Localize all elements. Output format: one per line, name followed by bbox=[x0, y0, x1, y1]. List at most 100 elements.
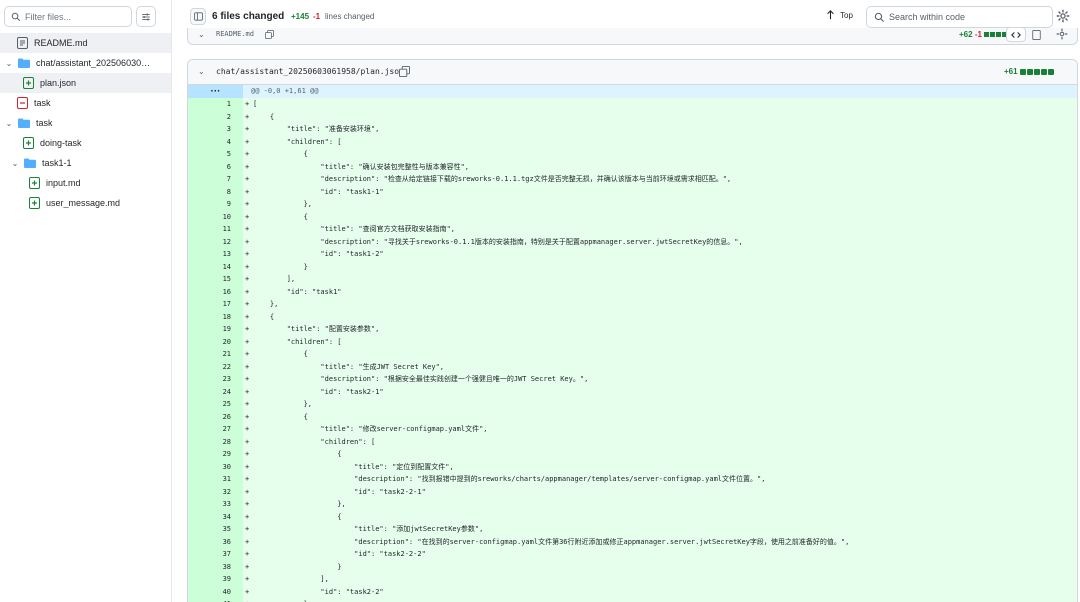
expand-hunk-button[interactable]: ··· bbox=[188, 85, 243, 98]
line-number[interactable]: 14 bbox=[188, 260, 243, 273]
line-number[interactable]: 32 bbox=[188, 485, 243, 498]
line-number[interactable]: 19 bbox=[188, 323, 243, 336]
line-code: "description": "在找到的server-configmap.yam… bbox=[253, 537, 850, 546]
line-number[interactable]: 20 bbox=[188, 335, 243, 348]
line-number[interactable]: 8 bbox=[188, 185, 243, 198]
line-number[interactable]: 40 bbox=[188, 585, 243, 598]
line-number[interactable]: 30 bbox=[188, 460, 243, 473]
line-number[interactable]: 41 bbox=[188, 598, 243, 602]
tree-item-label: plan.json bbox=[40, 78, 77, 88]
plan-json-diff-header[interactable]: ⌄ chat/assistant_20250603061958/plan.jso… bbox=[188, 60, 1077, 85]
line-number[interactable]: 31 bbox=[188, 473, 243, 486]
line-number[interactable]: 35 bbox=[188, 523, 243, 536]
line-number[interactable]: 22 bbox=[188, 360, 243, 373]
line-number[interactable]: 21 bbox=[188, 348, 243, 361]
line-code: "id": "task2-2" bbox=[253, 587, 384, 596]
diff-line: 5 + { bbox=[188, 148, 1077, 161]
diff-line: 29 + { bbox=[188, 448, 1077, 461]
view-code-button[interactable] bbox=[1006, 28, 1026, 42]
line-number[interactable]: 4 bbox=[188, 135, 243, 148]
addition-marker: + bbox=[243, 598, 253, 602]
gear-icon[interactable] bbox=[1056, 28, 1068, 40]
search-icon bbox=[874, 12, 885, 23]
addition-marker: + bbox=[245, 162, 250, 171]
lines-changed-label: lines changed bbox=[325, 12, 375, 21]
line-code: } bbox=[253, 262, 308, 271]
chevron-down-icon[interactable]: ⌄ bbox=[198, 30, 205, 39]
diff-line: 35 + "title": "添加jwtSecretKey参数", bbox=[188, 523, 1077, 536]
line-number[interactable]: 36 bbox=[188, 535, 243, 548]
line-code: "title": "定位到配置文件", bbox=[253, 462, 454, 471]
tree-folder-task[interactable]: ⌄ task bbox=[0, 113, 171, 133]
addition-marker: + bbox=[245, 212, 250, 221]
line-number[interactable]: 9 bbox=[188, 198, 243, 211]
line-number[interactable]: 16 bbox=[188, 285, 243, 298]
scroll-top-button[interactable]: Top bbox=[826, 10, 853, 20]
diff-line: 13 + "id": "task1-2" bbox=[188, 248, 1077, 261]
tree-item-task-deleted[interactable]: task bbox=[0, 93, 171, 113]
diff-line: 9 + }, bbox=[188, 198, 1077, 211]
view-file-button[interactable] bbox=[1029, 28, 1043, 42]
tree-item-plan-json[interactable]: plan.json bbox=[0, 73, 171, 93]
line-number[interactable]: 34 bbox=[188, 510, 243, 523]
filter-files-field[interactable] bbox=[4, 6, 132, 27]
search-within-code-input[interactable] bbox=[889, 12, 1052, 22]
search-within-code-field[interactable] bbox=[866, 6, 1053, 28]
line-number[interactable]: 10 bbox=[188, 210, 243, 223]
line-number[interactable]: 1 bbox=[188, 98, 243, 111]
line-number[interactable]: 38 bbox=[188, 560, 243, 573]
addition-marker: + bbox=[245, 562, 250, 571]
tree-item-input-md[interactable]: input.md bbox=[0, 173, 171, 193]
addition-marker: + bbox=[245, 425, 250, 433]
line-number[interactable]: 33 bbox=[188, 498, 243, 511]
diff-line: 20 + "children": [ bbox=[188, 335, 1077, 348]
tree-folder-chat[interactable]: ⌄ chat/assistant_20250603061958 bbox=[0, 53, 171, 73]
tree-folder-task1-1[interactable]: ⌄ task1-1 bbox=[0, 153, 171, 173]
line-number[interactable]: 29 bbox=[188, 448, 243, 461]
tree-item-readme[interactable]: README.md bbox=[0, 33, 171, 53]
line-number[interactable]: 39 bbox=[188, 573, 243, 586]
line-number[interactable]: 26 bbox=[188, 410, 243, 423]
filter-files-input[interactable] bbox=[25, 11, 131, 22]
line-number[interactable]: 17 bbox=[188, 298, 243, 311]
readme-diff-header[interactable]: ⌄ README.md +62 -1 bbox=[187, 28, 1078, 45]
chevron-down-icon[interactable]: ⌄ bbox=[198, 67, 205, 76]
line-code: "title": "添加jwtSecretKey参数", bbox=[253, 525, 484, 533]
diff-line: 38 + } bbox=[188, 560, 1077, 573]
line-number[interactable]: 2 bbox=[188, 110, 243, 123]
gear-icon[interactable] bbox=[1056, 9, 1070, 23]
line-number[interactable]: 5 bbox=[188, 148, 243, 161]
line-number[interactable]: 23 bbox=[188, 373, 243, 386]
line-code: "id": "task1-2" bbox=[253, 250, 384, 258]
diff-line: 39 + ], bbox=[188, 573, 1077, 586]
diff-line: 30 + "title": "定位到配置文件", bbox=[188, 460, 1077, 473]
line-number[interactable]: 13 bbox=[188, 248, 243, 261]
line-number[interactable]: 7 bbox=[188, 173, 243, 186]
line-number[interactable]: 11 bbox=[188, 223, 243, 236]
diff-code-lines: 1 +[2 + {3 + "title": "准备安装环境", 4 + "children… bbox=[188, 98, 1077, 602]
line-number[interactable]: 28 bbox=[188, 435, 243, 448]
collapse-sidebar-button[interactable] bbox=[190, 8, 206, 25]
line-number[interactable]: 15 bbox=[188, 273, 243, 286]
copy-icon[interactable] bbox=[265, 30, 274, 39]
diff-line: 2 + { bbox=[188, 110, 1077, 123]
filter-options-button[interactable] bbox=[136, 6, 156, 27]
diff-line: 27 + "title": "修改server-configmap.yaml文件"… bbox=[188, 423, 1077, 436]
line-number[interactable]: 3 bbox=[188, 123, 243, 136]
addition-marker: + bbox=[245, 237, 250, 246]
tree-item-user-message-md[interactable]: user_message.md bbox=[0, 193, 171, 213]
line-number[interactable]: 25 bbox=[188, 398, 243, 411]
line-number[interactable]: 12 bbox=[188, 235, 243, 248]
line-number[interactable]: 18 bbox=[188, 310, 243, 323]
file-removed-icon bbox=[16, 97, 28, 109]
line-code: "children": [ bbox=[253, 437, 376, 446]
tree-item-doing-task[interactable]: doing-task bbox=[0, 133, 171, 153]
copy-icon[interactable] bbox=[399, 66, 410, 77]
diff-line: 8 + "id": "task1-1" bbox=[188, 185, 1077, 198]
line-number[interactable]: 27 bbox=[188, 423, 243, 436]
line-number[interactable]: 24 bbox=[188, 385, 243, 398]
addition-marker: + bbox=[245, 337, 250, 346]
line-number[interactable]: 37 bbox=[188, 548, 243, 561]
line-code: { bbox=[253, 450, 342, 458]
line-number[interactable]: 6 bbox=[188, 160, 243, 173]
